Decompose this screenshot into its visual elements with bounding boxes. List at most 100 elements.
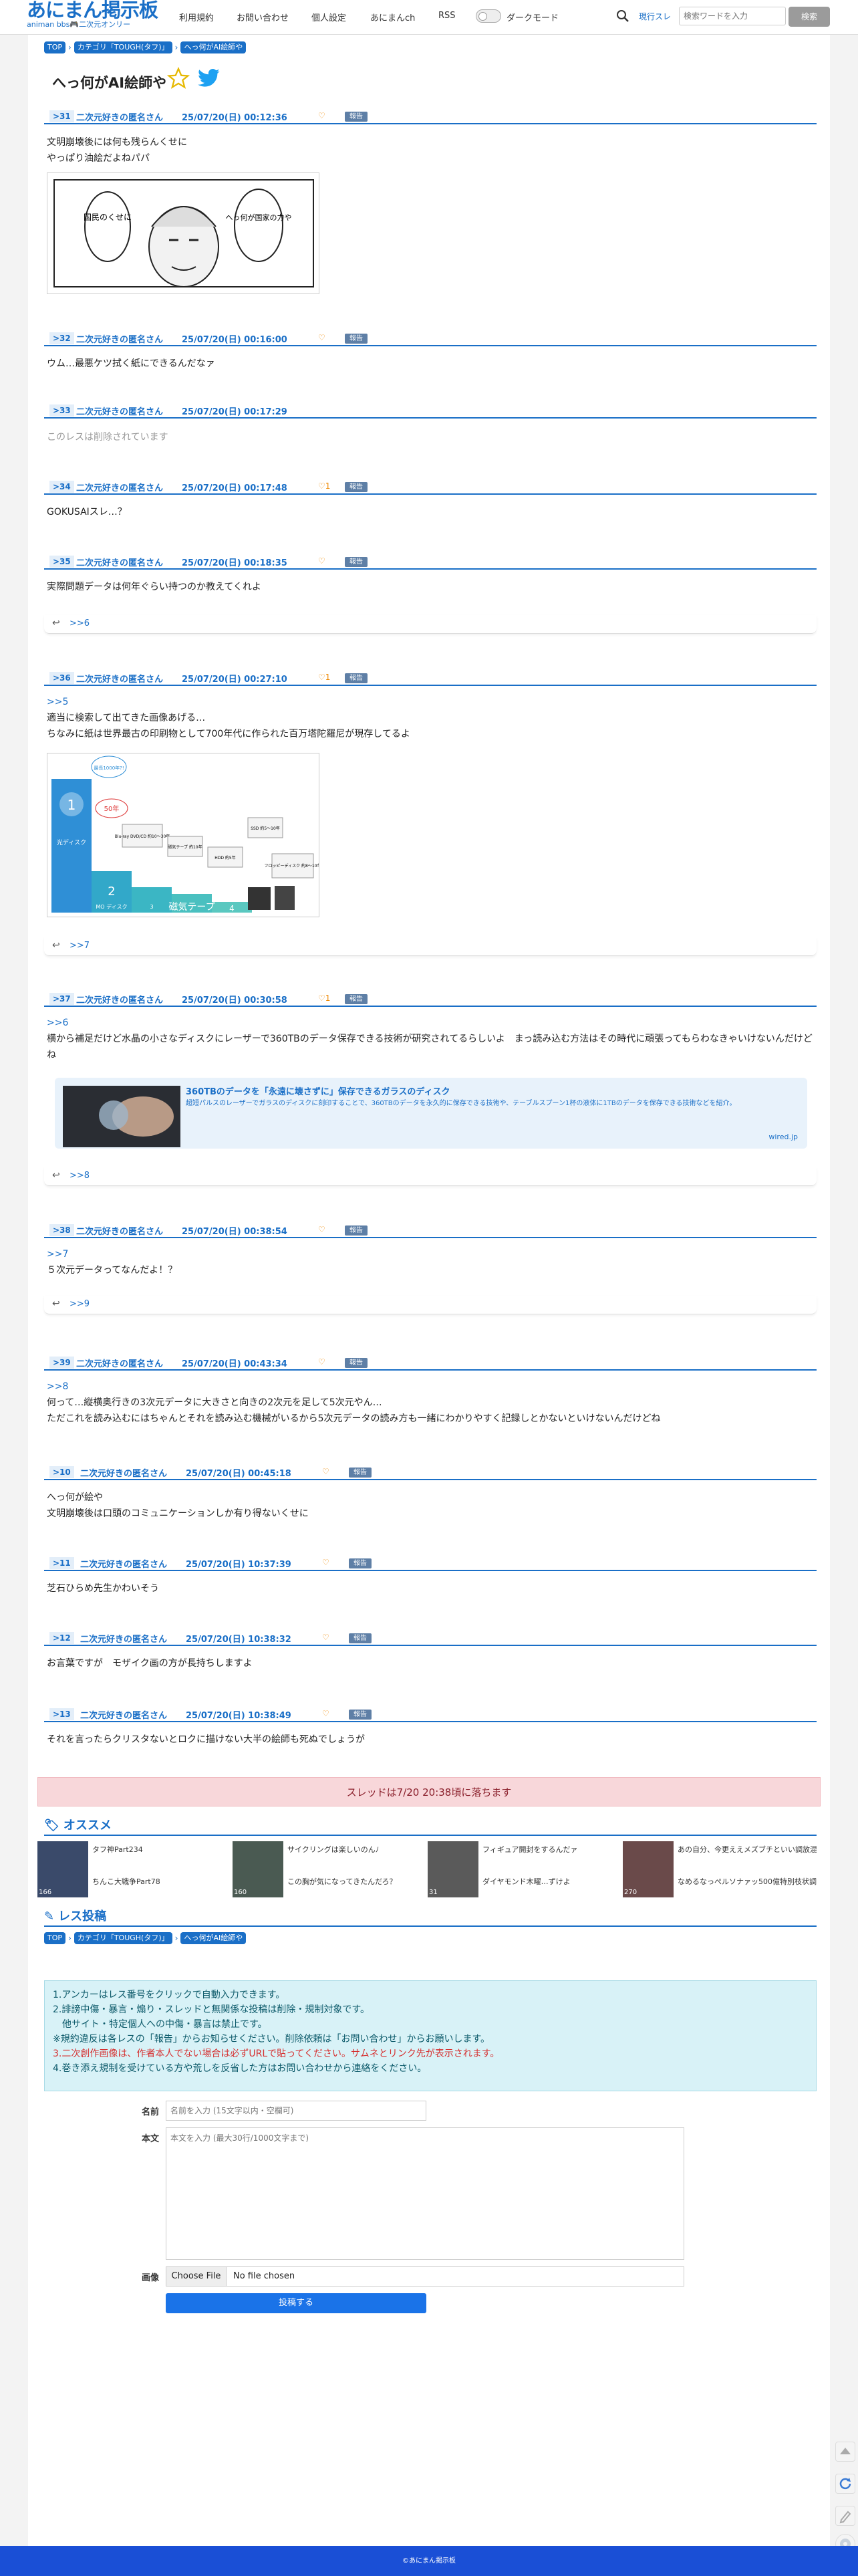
- nav-terms[interactable]: 利用規約: [179, 11, 214, 23]
- like-heart-icon[interactable]: ♡: [318, 1225, 325, 1234]
- file-input[interactable]: Choose File No file chosen: [166, 2266, 684, 2287]
- reply-links: ↩ >>6: [44, 615, 817, 634]
- like-heart-icon[interactable]: ♡1: [318, 673, 330, 682]
- recommend-title[interactable]: なめるなっぺルソナァッ500億特別枝状調査Ⅹ part18: [678, 1876, 817, 1887]
- recommend-item[interactable]: 270 あの自分、今更ええメズブチといい調放混なんスよなめるなっぺルソナァッ500…: [623, 1841, 817, 1897]
- post-number[interactable]: >33: [49, 404, 74, 417]
- search-input[interactable]: [679, 7, 786, 25]
- reply-link[interactable]: >>7: [69, 941, 90, 951]
- report-button[interactable]: 報告: [345, 1358, 368, 1368]
- report-button[interactable]: 報告: [345, 112, 368, 122]
- nav-contact[interactable]: お問い合わせ: [237, 11, 289, 23]
- report-button[interactable]: 報告: [345, 1225, 368, 1236]
- toggle-knob: [478, 12, 487, 21]
- link-card-title[interactable]: 360TBのデータを「永遠に壊さずに」保存できるガラスのディスク: [186, 1084, 450, 1097]
- like-heart-icon[interactable]: ♡: [322, 1558, 329, 1567]
- dark-mode-toggle[interactable]: [476, 9, 501, 23]
- recommend-thumbnail: 166: [37, 1841, 88, 1897]
- like-heart-icon[interactable]: ♡: [318, 111, 325, 120]
- like-heart-icon[interactable]: ♡: [322, 1709, 329, 1718]
- post-image-storage-chart[interactable]: 1 光ディスク 2 MO ディスク 3 磁気テープ 4 最長1000年?! 50…: [47, 753, 319, 917]
- report-button[interactable]: 報告: [345, 673, 368, 683]
- like-heart-icon[interactable]: ♡: [318, 333, 325, 342]
- anchor-link[interactable]: >>8: [47, 1381, 68, 1392]
- site-title[interactable]: あにまん掲示板: [27, 0, 167, 20]
- post-number[interactable]: >37: [49, 993, 74, 1005]
- nav-rss[interactable]: RSS: [438, 11, 456, 21]
- like-heart-icon[interactable]: ♡: [318, 1357, 325, 1367]
- recommend-title[interactable]: あの自分、今更ええメズブチといい調放混なんスよ: [678, 1844, 817, 1855]
- reply-link[interactable]: >>6: [69, 618, 90, 628]
- post-header: >33 二次元好きの匿名さん 25/07/20(日) 00:17:29: [44, 404, 817, 419]
- post-number[interactable]: >38: [49, 1224, 74, 1236]
- like-heart-icon[interactable]: ♡: [318, 556, 325, 566]
- anchor-link[interactable]: >>7: [47, 1249, 68, 1260]
- recommend-item[interactable]: 166 タフ神Part234 ちんこ大戦争Part78: [37, 1841, 231, 1897]
- search-icon[interactable]: [616, 9, 629, 23]
- anchor-link[interactable]: >>6: [47, 1018, 68, 1028]
- recommend-title[interactable]: この胸が気になってきたんだろ？: [287, 1876, 426, 1887]
- post-number[interactable]: >36: [49, 672, 74, 684]
- post-date: 25/07/20(日) 00:27:10: [182, 675, 287, 685]
- report-button[interactable]: 報告: [345, 557, 368, 567]
- recommend-title[interactable]: サイクリングは楽しいのんﾉ: [287, 1844, 426, 1855]
- recommend-title[interactable]: タフ神Part234: [92, 1844, 231, 1855]
- post-number[interactable]: >31: [49, 110, 74, 122]
- like-heart-icon[interactable]: ♡: [322, 1467, 329, 1476]
- report-button[interactable]: 報告: [349, 1468, 372, 1478]
- breadcrumb-top[interactable]: TOP: [44, 1932, 66, 1944]
- link-card-thumbnail: [63, 1086, 180, 1147]
- like-heart-icon[interactable]: ♡: [322, 1633, 329, 1642]
- report-button[interactable]: 報告: [349, 1633, 372, 1643]
- breadcrumb-thread[interactable]: へっ何がAI絵師や: [180, 1932, 247, 1944]
- recommend-item[interactable]: 160 サイクリングは楽しいのんﾉ この胸が気になってきたんだろ？: [233, 1841, 426, 1897]
- site-header: あにまん掲示板 animan bbs🎮二次元オンリー 利用規約 お問い合わせ 個…: [0, 0, 858, 35]
- submit-button[interactable]: 投稿する: [166, 2293, 426, 2313]
- post-number[interactable]: >10: [49, 1466, 74, 1478]
- favorite-star-icon[interactable]: [167, 67, 190, 90]
- reload-icon[interactable]: [835, 2474, 855, 2494]
- post-number[interactable]: >11: [49, 1557, 74, 1569]
- post-number[interactable]: >39: [49, 1357, 74, 1369]
- name-input[interactable]: [166, 2101, 426, 2121]
- post-image-manga[interactable]: 国民のくせに へっ何が国家の力や: [47, 172, 319, 294]
- anchor-link[interactable]: >>5: [47, 697, 68, 707]
- post-number[interactable]: >34: [49, 481, 74, 493]
- recommend-item[interactable]: 31 フィギュア開封をするんだァ ダイヤモンド木曜…ずけよ: [428, 1841, 621, 1897]
- breadcrumb-thread[interactable]: へっ何がAI絵師や: [180, 41, 247, 53]
- scroll-top-icon[interactable]: [835, 2442, 855, 2462]
- svg-text:1: 1: [67, 797, 76, 813]
- recommend-title[interactable]: ダイヤモンド木曜…ずけよ: [482, 1876, 621, 1887]
- report-button[interactable]: 報告: [345, 482, 368, 492]
- report-button[interactable]: 報告: [345, 994, 368, 1004]
- post-number[interactable]: >32: [49, 332, 74, 344]
- body-textarea[interactable]: [166, 2127, 684, 2260]
- search-scope[interactable]: 現行スレ: [639, 11, 671, 22]
- recommend-title[interactable]: ちんこ大戦争Part78: [92, 1876, 231, 1887]
- report-button[interactable]: 報告: [345, 334, 368, 344]
- site-logo[interactable]: あにまん掲示板 animan bbs🎮二次元オンリー: [27, 0, 167, 35]
- like-heart-icon[interactable]: ♡1: [318, 481, 330, 491]
- recommend-title[interactable]: フィギュア開封をするんだァ: [482, 1844, 621, 1855]
- breadcrumb-category[interactable]: カテゴリ「TOUGH(タフ)」: [74, 1932, 172, 1944]
- post-number[interactable]: >12: [49, 1632, 74, 1644]
- write-post-icon[interactable]: [835, 2506, 855, 2526]
- like-heart-icon[interactable]: ♡1: [318, 993, 330, 1003]
- nav-settings[interactable]: 個人設定: [311, 11, 346, 23]
- post-number[interactable]: >13: [49, 1708, 74, 1720]
- twitter-share-icon[interactable]: [198, 68, 221, 88]
- reply-link[interactable]: >>8: [69, 1171, 90, 1181]
- choose-file-button[interactable]: Choose File: [166, 2267, 227, 2286]
- reply-links: ↩ >>8: [44, 1167, 817, 1186]
- report-button[interactable]: 報告: [349, 1558, 372, 1568]
- reply-link[interactable]: >>9: [69, 1299, 90, 1309]
- report-button[interactable]: 報告: [349, 1710, 372, 1720]
- breadcrumb-top[interactable]: TOP: [44, 41, 66, 53]
- link-card[interactable]: 360TBのデータを「永遠に壊さずに」保存できるガラスのディスク 超短パルスのレ…: [55, 1078, 807, 1149]
- nav-animanch[interactable]: あにまんch: [370, 11, 415, 23]
- breadcrumb-category[interactable]: カテゴリ「TOUGH(タフ)」: [74, 41, 172, 53]
- search-button[interactable]: 検索: [789, 7, 830, 27]
- post-number[interactable]: >35: [49, 556, 74, 568]
- thread-title: へっ何がAI絵師や: [52, 75, 167, 91]
- svg-text:HDD 約5年: HDD 約5年: [214, 855, 235, 860]
